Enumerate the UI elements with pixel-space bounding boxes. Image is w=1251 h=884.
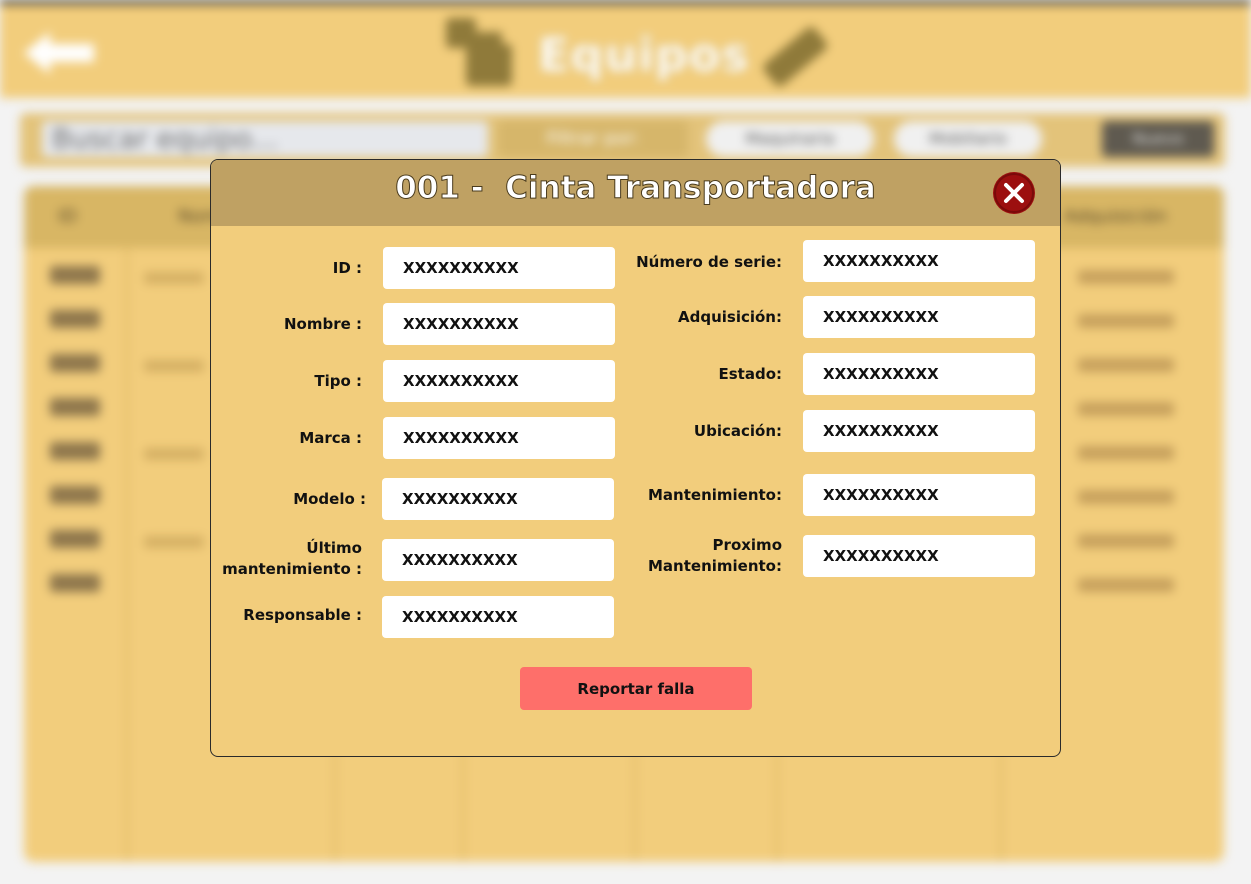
adquisicion-field[interactable] bbox=[803, 296, 1035, 338]
table-cell bbox=[1078, 446, 1174, 460]
close-icon bbox=[994, 173, 1034, 213]
back-arrow-icon[interactable] bbox=[24, 32, 94, 74]
table-row[interactable] bbox=[50, 442, 100, 460]
col-id: ID bbox=[58, 206, 78, 227]
label-numero-serie: Número de serie: bbox=[636, 253, 782, 271]
table-row[interactable] bbox=[50, 486, 100, 504]
label-estado: Estado: bbox=[718, 365, 782, 383]
equipment-detail-modal: 001 - Cinta Transportadora ID : Nombre :… bbox=[210, 159, 1061, 757]
label-tipo: Tipo : bbox=[314, 372, 362, 390]
label-adquisicion: Adquisición: bbox=[678, 308, 782, 326]
table-cell bbox=[144, 536, 204, 548]
table-cell bbox=[1078, 358, 1174, 372]
label-responsable: Responsable : bbox=[243, 606, 362, 624]
table-cell bbox=[1078, 270, 1174, 284]
proximo-mantenimiento-field[interactable] bbox=[803, 535, 1035, 577]
numero-serie-field[interactable] bbox=[803, 240, 1035, 282]
filter-chip-maquinaria[interactable]: Maquinaria bbox=[706, 121, 874, 157]
mantenimiento-field[interactable] bbox=[803, 474, 1035, 516]
table-row[interactable] bbox=[50, 398, 100, 416]
table-cell bbox=[144, 272, 204, 284]
tag-icon bbox=[763, 27, 828, 87]
table-cell bbox=[144, 360, 204, 372]
modelo-field[interactable] bbox=[382, 478, 614, 520]
label-mantenimiento: Mantenimiento: bbox=[648, 486, 782, 504]
ubicacion-field[interactable] bbox=[803, 410, 1035, 452]
label-nombre: Nombre : bbox=[283, 315, 362, 333]
label-proximo-mantenimiento: Proximo Mantenimiento: bbox=[648, 536, 782, 575]
table-row[interactable] bbox=[50, 266, 100, 284]
label-marca: Marca : bbox=[299, 429, 362, 447]
modal-title: 001 - Cinta Transportadora bbox=[395, 170, 877, 207]
header-title-group: Equipos bbox=[440, 12, 840, 92]
modal-header: 001 - Cinta Transportadora bbox=[211, 160, 1060, 226]
label-ubicacion: Ubicación: bbox=[693, 422, 782, 440]
equipment-icon bbox=[446, 18, 512, 86]
table-cell bbox=[1078, 402, 1174, 416]
id-field[interactable] bbox=[383, 247, 615, 289]
label-modelo: Modelo : bbox=[293, 490, 366, 508]
table-cell bbox=[144, 448, 204, 460]
tipo-field[interactable] bbox=[383, 360, 615, 402]
table-row[interactable] bbox=[50, 530, 100, 548]
filter-chip-mobiliario[interactable]: Mobiliario bbox=[894, 121, 1042, 157]
responsable-field[interactable] bbox=[382, 596, 614, 638]
app-header: Equipos bbox=[0, 4, 1251, 98]
filter-button[interactable]: Filtrar por: bbox=[498, 121, 688, 157]
search-input[interactable]: Buscar equipo... bbox=[42, 121, 488, 157]
table-cell bbox=[1078, 578, 1174, 592]
nombre-field[interactable] bbox=[383, 303, 615, 345]
col-last: Adquisición bbox=[1064, 206, 1167, 227]
table-cell bbox=[1078, 534, 1174, 548]
new-equipment-button[interactable]: Nuevo bbox=[1102, 121, 1214, 157]
table-row[interactable] bbox=[50, 574, 100, 592]
label-ultimo-mantenimiento: Último mantenimiento : bbox=[222, 539, 362, 578]
estado-field[interactable] bbox=[803, 353, 1035, 395]
page-title: Equipos bbox=[538, 28, 750, 82]
table-cell bbox=[1078, 314, 1174, 328]
close-button[interactable] bbox=[993, 172, 1035, 214]
label-id: ID : bbox=[332, 259, 362, 277]
table-cell bbox=[1078, 490, 1174, 504]
table-row[interactable] bbox=[50, 354, 100, 372]
column-divider bbox=[126, 248, 128, 862]
report-failure-button[interactable]: Reportar falla bbox=[520, 667, 752, 710]
table-row[interactable] bbox=[50, 310, 100, 328]
ultimo-mantenimiento-field[interactable] bbox=[382, 539, 614, 581]
marca-field[interactable] bbox=[383, 417, 615, 459]
